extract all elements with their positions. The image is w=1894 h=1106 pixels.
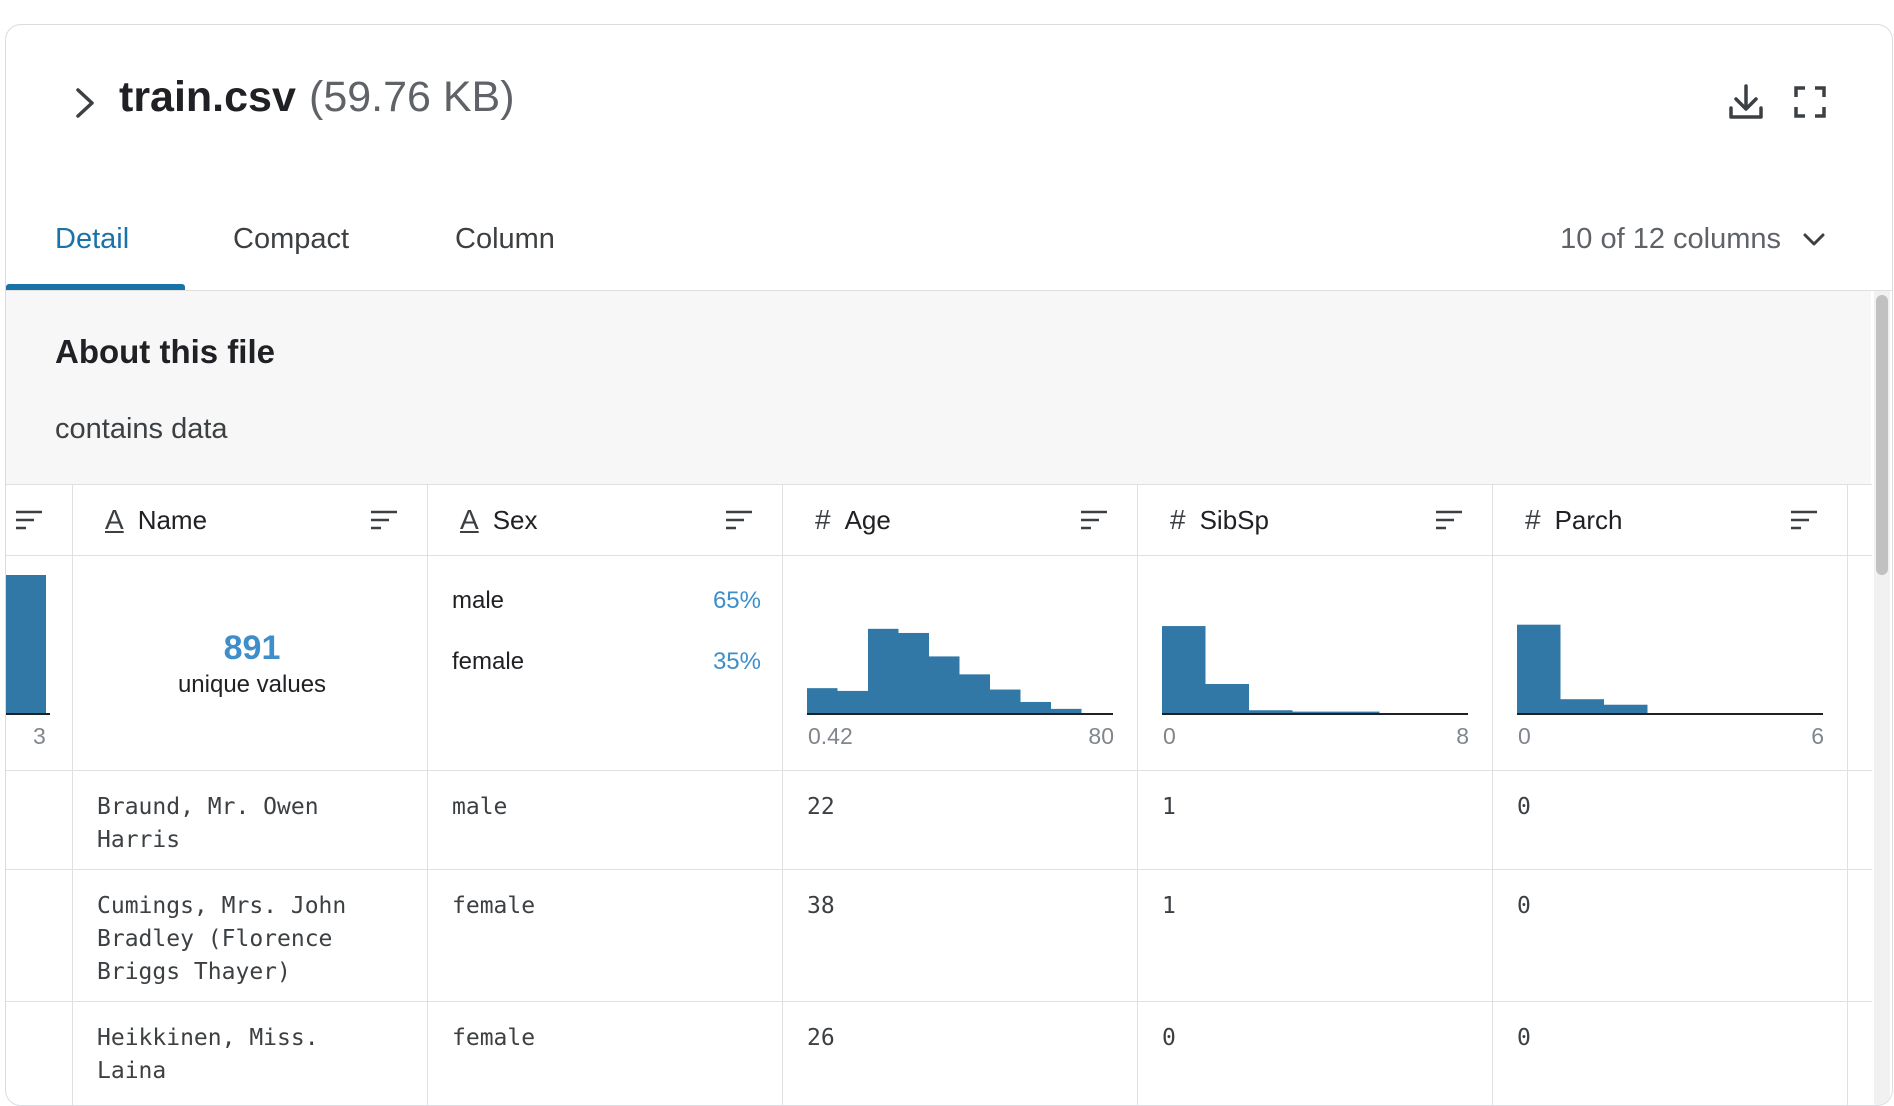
tab-column[interactable]: Column: [455, 223, 555, 256]
category-percent: 35%: [712, 648, 761, 675]
cell-parch: 0: [1517, 893, 1531, 919]
sort-icon[interactable]: [1434, 509, 1464, 531]
file-header: train.csv (59.76 KB): [6, 25, 1892, 165]
cell-sibsp: 1: [1162, 893, 1176, 919]
about-title: About this file: [55, 333, 275, 370]
column-header-name[interactable]: A Name: [105, 485, 207, 555]
sort-icon[interactable]: [14, 509, 44, 531]
histogram-bar: [898, 632, 929, 713]
cell-parch: 0: [1517, 794, 1531, 820]
column-header-age[interactable]: # Age: [815, 485, 891, 555]
numeric-type-icon: #: [815, 504, 831, 535]
unique-label: unique values: [177, 671, 327, 698]
unique-count: 891: [223, 629, 281, 667]
cell-sibsp: 1: [1162, 794, 1176, 820]
cell-name: Cumings, Mrs. John Bradley (Florence Bri…: [97, 893, 347, 985]
cell-parch: 0: [1517, 1025, 1531, 1051]
string-type-icon: A: [460, 504, 479, 535]
cell-sex: female: [452, 893, 536, 919]
histogram-bar: [990, 689, 1021, 713]
sort-icon[interactable]: [724, 509, 754, 531]
cell-sex: male: [452, 794, 508, 820]
histogram-bar: [837, 690, 868, 713]
histogram-bar: [868, 628, 899, 713]
cell-age: 22: [807, 794, 835, 820]
histogram-bar: [1604, 704, 1648, 713]
cell-name: Braund, Mr. Owen Harris: [97, 794, 319, 853]
table-row[interactable]: Cumings, Mrs. John Bradley (Florence Bri…: [6, 870, 1872, 1002]
cell-name: Heikkinen, Miss. Laina: [97, 1025, 319, 1084]
axis-max-label: 80: [1088, 723, 1114, 749]
sort-icon[interactable]: [1079, 509, 1109, 531]
string-type-icon: A: [105, 504, 124, 535]
tab-detail[interactable]: Detail: [55, 223, 129, 256]
histogram-bar: [1560, 699, 1604, 713]
download-icon[interactable]: [1724, 80, 1768, 124]
histogram-bar: [1162, 626, 1206, 713]
histogram-bar: [959, 674, 990, 713]
axis-min-label: 0.42: [808, 723, 853, 749]
histogram-bar: [1205, 684, 1249, 713]
table-row[interactable]: Braund, Mr. Owen Harris male 22 1 0 A: [6, 771, 1872, 870]
table-header-row: A Name A Sex # Age # SibSp # Parch: [6, 484, 1872, 556]
axis-max-label: 8: [1456, 723, 1469, 749]
chevron-down-icon: [1803, 233, 1825, 245]
column-header-sex[interactable]: A Sex: [460, 485, 538, 555]
vertical-scrollbar[interactable]: [1874, 291, 1890, 1105]
file-size: (59.76 KB): [309, 73, 515, 121]
histogram-bar: [1249, 710, 1293, 713]
numeric-type-icon: #: [1525, 504, 1541, 535]
axis-max-label: 6: [1811, 723, 1824, 749]
histogram-bar: [1292, 711, 1336, 713]
sort-icon[interactable]: [1789, 509, 1819, 531]
column-header-label: Name: [137, 504, 208, 535]
expand-chevron-icon[interactable]: [66, 80, 102, 126]
column-selector-label: 10 of 12 columns: [1560, 223, 1781, 255]
tab-compact[interactable]: Compact: [233, 223, 349, 256]
category-label: male: [452, 587, 505, 614]
histogram-bar: [1336, 711, 1380, 713]
file-preview-panel: train.csv (59.76 KB) Detail Compact Colu…: [5, 24, 1893, 1106]
category-percent: 65%: [712, 587, 761, 614]
category-label: female: [452, 648, 525, 675]
scrollbar-thumb[interactable]: [1876, 295, 1888, 575]
column-header-label: Parch: [1554, 504, 1623, 535]
histogram-bar: [929, 656, 960, 713]
table-row[interactable]: Heikkinen, Miss. Laina female 26 0 0 S: [6, 1002, 1872, 1105]
axis-min-label: 0: [1163, 723, 1176, 749]
cell-sibsp: 0: [1162, 1025, 1176, 1051]
about-description: contains data: [55, 413, 228, 445]
histogram-bar: [1517, 624, 1561, 713]
data-table: A Name A Sex # Age # SibSp # Parch 3 891…: [6, 484, 1872, 1105]
parch-histogram: [1517, 624, 1823, 715]
sibsp-histogram: [1162, 626, 1468, 715]
file-name: train.csv: [119, 73, 296, 121]
column-header-label: Age: [844, 504, 891, 535]
partial-histogram-bar: [6, 575, 46, 713]
column-header-parch[interactable]: # Parch: [1525, 485, 1623, 555]
cell-age: 26: [807, 1025, 835, 1051]
column-selector-dropdown[interactable]: 10 of 12 columns: [1560, 223, 1827, 256]
column-summary-row: 3 891 unique values male 65% female 35% …: [6, 555, 1872, 771]
histogram-bar: [807, 688, 838, 713]
active-tab-indicator: [6, 284, 185, 290]
axis-min-label: 0: [1518, 723, 1531, 749]
column-header-label: SibSp: [1199, 504, 1269, 535]
histogram-bar: [1051, 708, 1082, 713]
sort-icon[interactable]: [369, 509, 399, 531]
partial-axis-line: [6, 713, 50, 715]
about-section: About this file contains data: [6, 291, 1871, 484]
view-tabs: Detail Compact Column 10 of 12 columns: [6, 195, 1892, 291]
cell-sex: female: [452, 1025, 536, 1051]
cell-age: 38: [807, 893, 835, 919]
column-header-sibsp[interactable]: # SibSp: [1170, 485, 1269, 555]
histogram-bar: [1020, 701, 1051, 713]
column-header-label: Sex: [492, 504, 538, 535]
fullscreen-icon[interactable]: [1788, 80, 1832, 124]
partial-axis-label: 3: [33, 723, 46, 749]
numeric-type-icon: #: [1170, 504, 1186, 535]
age-histogram: [807, 628, 1113, 715]
